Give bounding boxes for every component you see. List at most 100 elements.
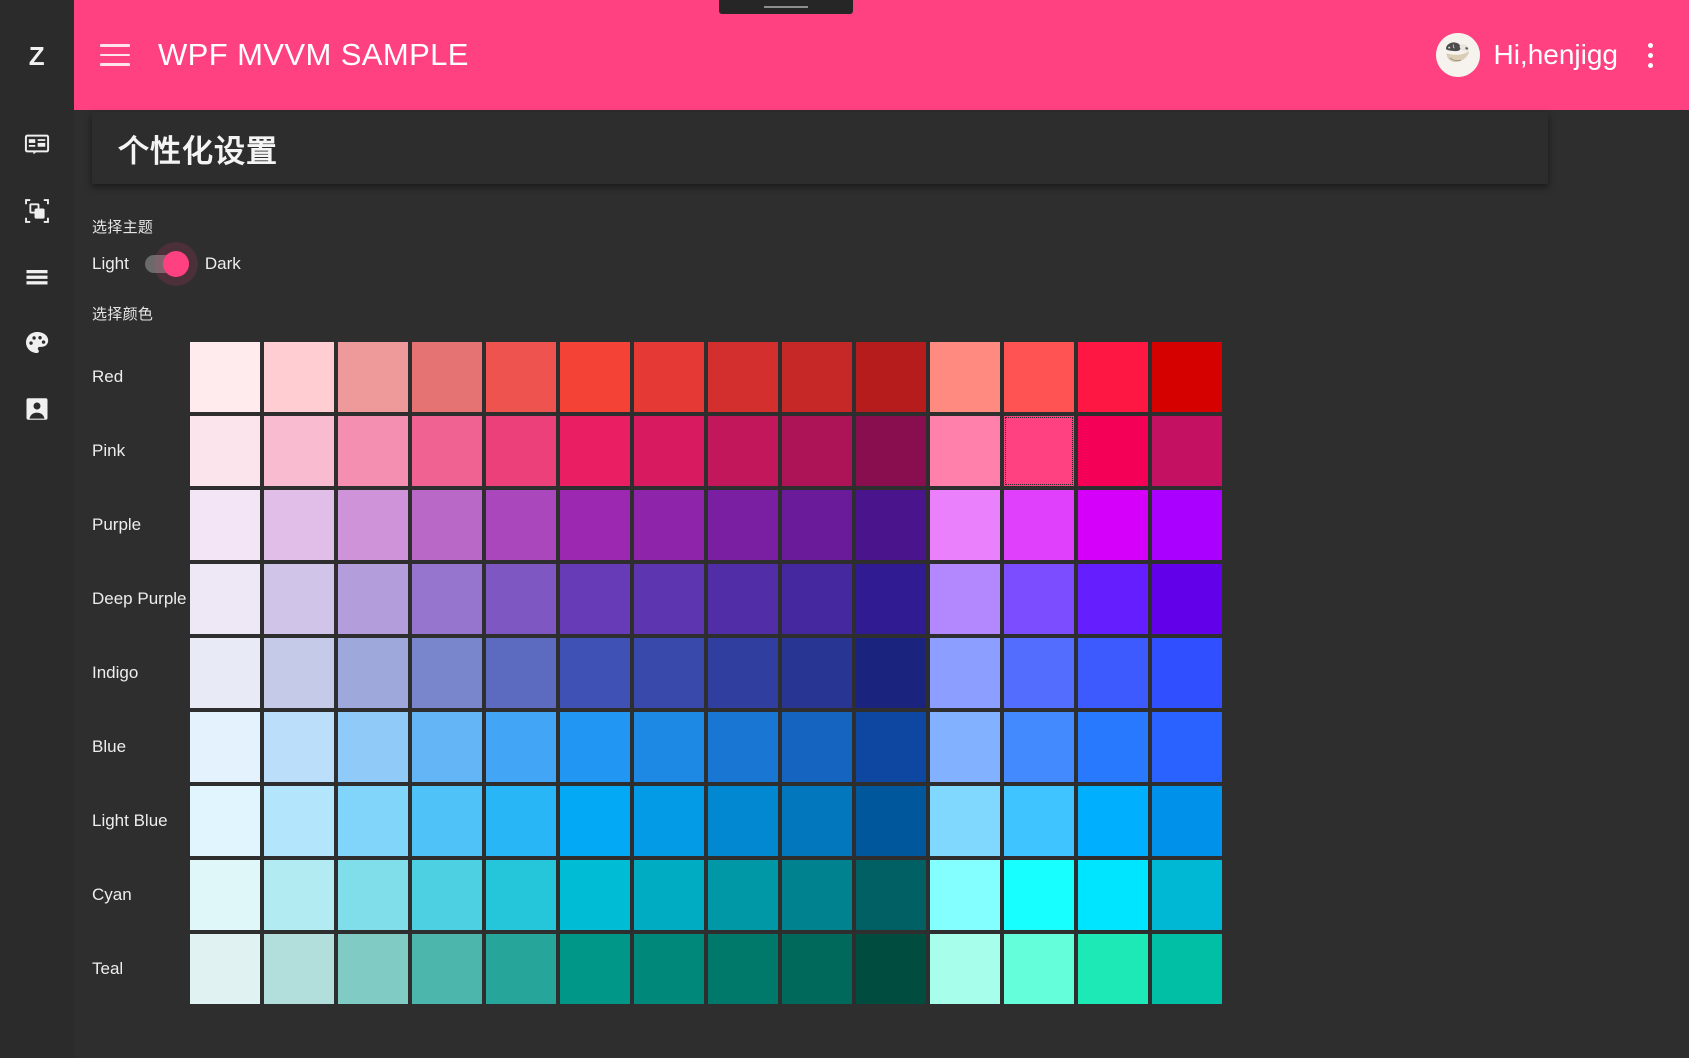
color-swatch-light-blue-700[interactable] [706, 784, 780, 858]
color-swatch-purple-800[interactable] [780, 488, 854, 562]
color-swatch-cyan-300[interactable] [410, 858, 484, 932]
color-swatch-indigo-A200[interactable] [1002, 636, 1076, 710]
color-swatch-deep-purple-50[interactable] [188, 562, 262, 636]
color-swatch-red-A100[interactable] [928, 340, 1002, 414]
color-swatch-blue-400[interactable] [484, 710, 558, 784]
color-swatch-red-800[interactable] [780, 340, 854, 414]
color-swatch-red-A200[interactable] [1002, 340, 1076, 414]
color-swatch-indigo-A100[interactable] [928, 636, 1002, 710]
color-swatch-purple-400[interactable] [484, 488, 558, 562]
color-swatch-deep-purple-400[interactable] [484, 562, 558, 636]
color-swatch-blue-A700[interactable] [1150, 710, 1224, 784]
color-swatch-red-500[interactable] [558, 340, 632, 414]
color-swatch-cyan-A400[interactable] [1076, 858, 1150, 932]
color-swatch-teal-A100[interactable] [928, 932, 1002, 1006]
color-swatch-red-900[interactable] [854, 340, 928, 414]
color-swatch-blue-100[interactable] [262, 710, 336, 784]
color-swatch-light-blue-600[interactable] [632, 784, 706, 858]
color-swatch-teal-100[interactable] [262, 932, 336, 1006]
color-swatch-indigo-800[interactable] [780, 636, 854, 710]
window-drag-handle[interactable] [719, 0, 853, 14]
color-swatch-cyan-400[interactable] [484, 858, 558, 932]
color-swatch-blue-A400[interactable] [1076, 710, 1150, 784]
color-swatch-light-blue-A200[interactable] [1002, 784, 1076, 858]
color-swatch-light-blue-A400[interactable] [1076, 784, 1150, 858]
color-swatch-purple-A100[interactable] [928, 488, 1002, 562]
color-swatch-pink-200[interactable] [336, 414, 410, 488]
color-swatch-light-blue-50[interactable] [188, 784, 262, 858]
color-swatch-teal-300[interactable] [410, 932, 484, 1006]
color-swatch-pink-A200[interactable] [1002, 414, 1076, 488]
rail-item-palette[interactable] [0, 310, 74, 376]
color-swatch-red-A400[interactable] [1076, 340, 1150, 414]
color-swatch-pink-A700[interactable] [1150, 414, 1224, 488]
color-swatch-red-700[interactable] [706, 340, 780, 414]
color-swatch-blue-500[interactable] [558, 710, 632, 784]
color-swatch-light-blue-500[interactable] [558, 784, 632, 858]
color-swatch-indigo-500[interactable] [558, 636, 632, 710]
rail-item-account[interactable] [0, 376, 74, 442]
color-swatch-light-blue-900[interactable] [854, 784, 928, 858]
color-swatch-cyan-800[interactable] [780, 858, 854, 932]
color-swatch-purple-50[interactable] [188, 488, 262, 562]
color-swatch-purple-A700[interactable] [1150, 488, 1224, 562]
color-swatch-light-blue-A700[interactable] [1150, 784, 1224, 858]
color-swatch-cyan-A700[interactable] [1150, 858, 1224, 932]
color-swatch-indigo-A400[interactable] [1076, 636, 1150, 710]
color-swatch-indigo-A700[interactable] [1150, 636, 1224, 710]
avatar[interactable] [1436, 33, 1481, 77]
color-swatch-deep-purple-A700[interactable] [1150, 562, 1224, 636]
color-swatch-pink-800[interactable] [780, 414, 854, 488]
color-swatch-red-600[interactable] [632, 340, 706, 414]
color-swatch-deep-purple-100[interactable] [262, 562, 336, 636]
color-swatch-light-blue-200[interactable] [336, 784, 410, 858]
color-swatch-deep-purple-800[interactable] [780, 562, 854, 636]
more-vertical-icon[interactable] [1637, 35, 1663, 75]
color-swatch-deep-purple-200[interactable] [336, 562, 410, 636]
rail-item-shapes[interactable] [0, 178, 74, 244]
color-swatch-red-50[interactable] [188, 340, 262, 414]
color-swatch-purple-500[interactable] [558, 488, 632, 562]
color-swatch-cyan-A100[interactable] [928, 858, 1002, 932]
color-swatch-blue-800[interactable] [780, 710, 854, 784]
color-swatch-red-A700[interactable] [1150, 340, 1224, 414]
color-swatch-purple-300[interactable] [410, 488, 484, 562]
color-swatch-indigo-900[interactable] [854, 636, 928, 710]
color-swatch-purple-A200[interactable] [1002, 488, 1076, 562]
color-swatch-red-100[interactable] [262, 340, 336, 414]
color-swatch-teal-A700[interactable] [1150, 932, 1224, 1006]
color-swatch-deep-purple-300[interactable] [410, 562, 484, 636]
color-swatch-red-300[interactable] [410, 340, 484, 414]
color-swatch-cyan-500[interactable] [558, 858, 632, 932]
color-swatch-blue-700[interactable] [706, 710, 780, 784]
color-swatch-deep-purple-A400[interactable] [1076, 562, 1150, 636]
color-swatch-deep-purple-A100[interactable] [928, 562, 1002, 636]
color-swatch-teal-A400[interactable] [1076, 932, 1150, 1006]
color-swatch-pink-100[interactable] [262, 414, 336, 488]
color-swatch-indigo-50[interactable] [188, 636, 262, 710]
color-swatch-indigo-600[interactable] [632, 636, 706, 710]
color-swatch-teal-A200[interactable] [1002, 932, 1076, 1006]
color-swatch-blue-900[interactable] [854, 710, 928, 784]
color-swatch-pink-A400[interactable] [1076, 414, 1150, 488]
color-swatch-teal-500[interactable] [558, 932, 632, 1006]
rail-item-list[interactable] [0, 244, 74, 310]
color-swatch-purple-200[interactable] [336, 488, 410, 562]
color-swatch-pink-300[interactable] [410, 414, 484, 488]
color-swatch-teal-50[interactable] [188, 932, 262, 1006]
color-swatch-deep-purple-A200[interactable] [1002, 562, 1076, 636]
theme-toggle-switch[interactable] [144, 251, 189, 277]
color-swatch-blue-A200[interactable] [1002, 710, 1076, 784]
color-swatch-light-blue-100[interactable] [262, 784, 336, 858]
color-swatch-pink-A100[interactable] [928, 414, 1002, 488]
color-swatch-deep-purple-600[interactable] [632, 562, 706, 636]
color-swatch-cyan-900[interactable] [854, 858, 928, 932]
color-swatch-cyan-700[interactable] [706, 858, 780, 932]
color-swatch-purple-100[interactable] [262, 488, 336, 562]
color-swatch-teal-400[interactable] [484, 932, 558, 1006]
hamburger-icon[interactable] [100, 38, 134, 72]
color-swatch-cyan-100[interactable] [262, 858, 336, 932]
color-swatch-light-blue-A100[interactable] [928, 784, 1002, 858]
color-swatch-indigo-300[interactable] [410, 636, 484, 710]
color-swatch-pink-400[interactable] [484, 414, 558, 488]
